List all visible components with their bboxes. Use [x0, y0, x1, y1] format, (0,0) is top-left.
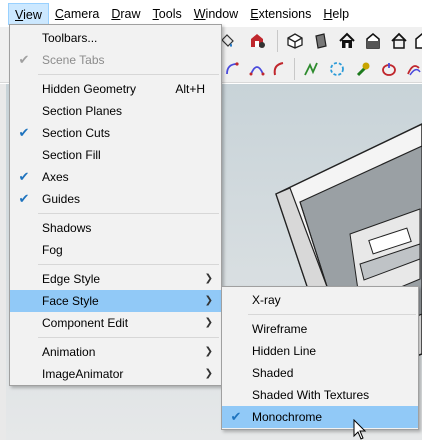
rotate-icon[interactable]	[326, 58, 348, 80]
menu-extensions-label: xtensions	[258, 7, 312, 21]
menu-camera-label: amera	[63, 7, 100, 21]
chevron-right-icon: ❯	[204, 317, 213, 328]
menu-item-toolbars-label: Toolbars...	[42, 31, 98, 45]
menu-item-section-fill-label: Section Fill	[42, 148, 101, 162]
menu-bar: View Camera Draw Tools Window Extensions…	[0, 0, 422, 27]
mouse-pointer-icon	[353, 419, 367, 440]
top-view-icon[interactable]	[310, 30, 332, 52]
menu-help[interactable]: Help	[317, 3, 355, 25]
menu-item-section-cuts-label: Section Cuts	[42, 126, 111, 140]
check-icon: ✔	[230, 409, 242, 424]
front-view-icon[interactable]	[336, 30, 358, 52]
menu-view-label: iew	[23, 8, 42, 22]
menu-item-image-animator[interactable]: ImageAnimator ❯	[10, 363, 221, 385]
menu-window-mnemonic: W	[193, 7, 206, 21]
menu-view-mnemonic: V	[15, 8, 24, 22]
menu-item-face-style[interactable]: Face Style ❯	[10, 290, 221, 312]
offset-icon[interactable]	[402, 58, 422, 80]
menu-draw[interactable]: Draw	[105, 3, 146, 25]
toolbar-separator	[277, 30, 278, 52]
two-point-arc-icon[interactable]	[246, 58, 268, 80]
back-view-icon[interactable]	[388, 30, 410, 52]
menu-item-shadows[interactable]: Shadows	[10, 217, 221, 239]
menu-item-shaded-with-textures[interactable]: Shaded With Textures	[222, 384, 418, 406]
menu-item-scene-tabs-label: Scene Tabs	[42, 53, 105, 67]
check-icon: ✔	[18, 191, 30, 206]
menu-camera[interactable]: Camera	[49, 3, 105, 25]
chevron-right-icon: ❯	[204, 273, 213, 284]
menu-item-section-fill[interactable]: Section Fill	[10, 144, 221, 166]
check-icon: ✔	[18, 169, 30, 184]
menu-item-shadows-label: Shadows	[42, 221, 92, 235]
shortcut-label: Alt+H	[175, 82, 205, 96]
menu-separator	[38, 264, 219, 265]
menu-item-animation[interactable]: Animation ❯	[10, 341, 221, 363]
menu-item-component-edit-label: Component Edit	[42, 316, 129, 330]
chevron-right-icon: ❯	[204, 295, 213, 306]
menu-item-scene-tabs: ✔ Scene Tabs	[10, 49, 221, 71]
follow-me-icon[interactable]	[378, 58, 400, 80]
menu-window[interactable]: Window	[188, 3, 244, 25]
check-icon: ✔	[18, 52, 30, 67]
menu-item-wireframe-label: Wireframe	[252, 322, 308, 336]
menu-item-hidden-geometry-label: Hidden Geometry	[42, 82, 137, 96]
pie-icon[interactable]	[268, 58, 290, 80]
menu-item-monochrome-label: Monochrome	[252, 410, 323, 424]
menu-item-section-planes-label: Section Planes	[42, 104, 123, 118]
menu-item-axes[interactable]: ✔ Axes	[10, 166, 221, 188]
menu-extensions-mnemonic: E	[250, 7, 259, 21]
menu-view[interactable]: View	[8, 3, 49, 25]
chevron-right-icon: ❯	[204, 346, 213, 357]
toolbar-separator	[294, 58, 295, 80]
menu-item-shaded-label: Shaded	[252, 366, 294, 380]
menu-item-guides-label: Guides	[42, 192, 81, 206]
menu-draw-label: raw	[120, 7, 141, 21]
menu-item-xray-label: X-ray	[252, 293, 281, 307]
check-icon: ✔	[18, 125, 30, 140]
menu-item-wireframe[interactable]: Wireframe	[222, 318, 418, 340]
menu-item-monochrome[interactable]: ✔ Monochrome	[222, 406, 418, 428]
menu-item-shaded[interactable]: Shaded	[222, 362, 418, 384]
menu-tools-label: ools	[158, 7, 182, 21]
menu-camera-mnemonic: C	[54, 7, 64, 21]
menu-extensions[interactable]: Extensions	[244, 3, 317, 25]
menu-item-image-animator-label: ImageAnimator	[42, 367, 124, 381]
menu-item-edge-style[interactable]: Edge Style ❯	[10, 268, 221, 290]
menu-help-label: elp	[332, 7, 350, 21]
menu-item-axes-label: Axes	[42, 170, 69, 184]
freehand-icon[interactable]	[300, 58, 322, 80]
view-menu: Toolbars... ✔ Scene Tabs Hidden Geometry…	[9, 24, 222, 386]
menu-separator	[38, 337, 219, 338]
menu-item-hidden-line-label: Hidden Line	[252, 344, 317, 358]
iso-view-icon[interactable]	[284, 30, 306, 52]
face-style-submenu: X-ray Wireframe Hidden Line Shaded Shade…	[221, 286, 419, 430]
menu-item-animation-label: Animation	[42, 345, 96, 359]
menu-item-edge-style-label: Edge Style	[42, 272, 101, 286]
menu-tools[interactable]: Tools	[147, 3, 188, 25]
wrench-icon[interactable]	[352, 58, 374, 80]
chevron-right-icon: ❯	[204, 368, 213, 379]
menu-separator	[38, 213, 219, 214]
warehouse-icon[interactable]	[246, 30, 268, 52]
menu-item-fog-label: Fog	[42, 243, 63, 257]
menu-item-guides[interactable]: ✔ Guides	[10, 188, 221, 210]
menu-item-hidden-line[interactable]: Hidden Line	[222, 340, 418, 362]
menu-item-face-style-label: Face Style	[42, 294, 99, 308]
right-view-icon[interactable]	[362, 30, 384, 52]
menu-item-section-planes[interactable]: Section Planes	[10, 100, 221, 122]
menu-item-hidden-geometry[interactable]: Hidden Geometry Alt+H	[10, 78, 221, 100]
menu-item-toolbars[interactable]: Toolbars...	[10, 27, 221, 49]
menu-item-section-cuts[interactable]: ✔ Section Cuts	[10, 122, 221, 144]
menu-item-fog[interactable]: Fog	[10, 239, 221, 261]
menu-window-label: indow	[205, 7, 239, 21]
menu-separator	[248, 314, 416, 315]
menu-item-component-edit[interactable]: Component Edit ❯	[10, 312, 221, 334]
menu-separator	[38, 74, 219, 75]
menu-item-shaded-with-textures-label: Shaded With Textures	[252, 388, 370, 402]
arc-icon[interactable]	[222, 58, 244, 80]
left-view-icon[interactable]	[410, 30, 422, 52]
menu-item-xray[interactable]: X-ray	[222, 289, 418, 311]
